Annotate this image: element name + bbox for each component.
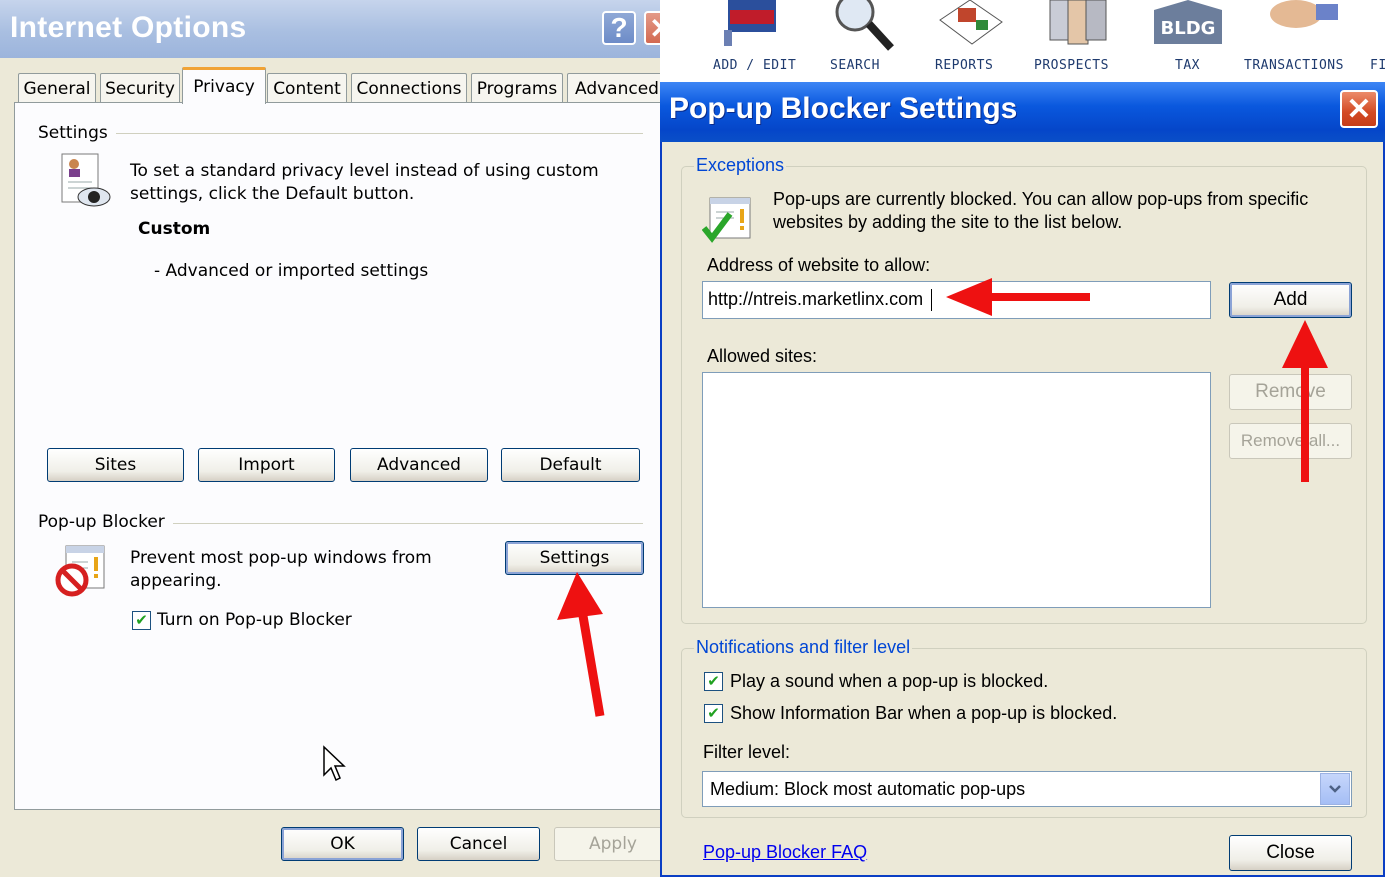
exceptions-legend: Exceptions	[694, 155, 787, 176]
svg-text:BLDG: BLDG	[1161, 18, 1216, 39]
remove-button[interactable]: Remove	[1229, 374, 1352, 410]
tax-icon[interactable]: BLDG	[1148, 0, 1228, 56]
filter-level-label: Filter level:	[703, 742, 791, 762]
text-caret	[931, 289, 932, 311]
filter-level-select[interactable]: Medium: Block most automatic pop-ups	[702, 771, 1352, 807]
exceptions-description: Pop-ups are currently blocked. You can a…	[773, 189, 1309, 232]
show-info-bar-checkbox[interactable]: ✔	[704, 704, 723, 723]
window-title: Internet Options	[10, 11, 247, 44]
toolbar-add-edit[interactable]: ADD / EDIT	[713, 58, 796, 73]
toolbar-tax[interactable]: TAX	[1175, 58, 1200, 73]
settings-group-label: Settings	[38, 123, 116, 143]
popup-allowed-icon	[701, 194, 754, 246]
settings-description: To set a standard privacy level instead …	[130, 161, 599, 204]
import-button[interactable]: Import	[198, 448, 335, 482]
mouse-cursor-icon	[322, 745, 348, 783]
allowed-sites-label: Allowed sites:	[707, 346, 818, 366]
popup-blocker-description: Prevent most pop-up windows from appeari…	[130, 548, 432, 591]
notifications-legend: Notifications and filter level	[694, 637, 913, 658]
toolbar-fi-truncated[interactable]: FI	[1370, 58, 1385, 73]
popup-blocked-icon	[54, 544, 110, 598]
add-edit-icon[interactable]	[716, 0, 786, 56]
turn-on-popup-blocker-label: Turn on Pop-up Blocker	[157, 610, 352, 630]
privacy-document-eye-icon	[58, 152, 112, 210]
toolbar-prospects[interactable]: PROSPECTS	[1034, 58, 1109, 73]
tab-content[interactable]: Content	[267, 73, 347, 103]
tab-connections[interactable]: Connections	[351, 73, 467, 103]
play-sound-label: Play a sound when a pop-up is blocked.	[730, 671, 1049, 691]
tab-privacy[interactable]: Privacy	[182, 67, 266, 104]
close-window-button[interactable]: ✕	[644, 11, 660, 45]
dialog-title: Pop-up Blocker Settings	[669, 92, 1018, 125]
transactions-icon[interactable]	[1260, 0, 1340, 56]
internet-options-window: Internet Options ? ✕ General Security Pr…	[0, 0, 660, 877]
sites-button[interactable]: Sites	[47, 448, 184, 482]
filter-level-value: Medium: Block most automatic pop-ups	[710, 779, 1026, 799]
chevron-down-icon[interactable]	[1320, 773, 1350, 805]
popup-settings-button[interactable]: Settings	[505, 541, 644, 575]
default-button[interactable]: Default	[501, 448, 640, 482]
apply-button[interactable]: Apply	[554, 827, 660, 861]
privacy-level-detail: - Advanced or imported settings	[154, 261, 429, 281]
show-info-bar-label: Show Information Bar when a pop-up is bl…	[730, 703, 1118, 723]
turn-on-popup-blocker-checkbox[interactable]: ✔	[132, 611, 151, 630]
tab-security[interactable]: Security	[100, 73, 180, 103]
popup-blocker-faq-link[interactable]: Pop-up Blocker FAQ	[703, 842, 867, 863]
tab-advanced[interactable]: Advanced	[567, 73, 660, 103]
popup-group-divider	[170, 523, 643, 524]
help-button[interactable]: ?	[602, 11, 636, 45]
app-toolbar: BLDG ADD / EDIT SEARCH REPORTS PROSPECTS…	[660, 0, 1385, 82]
add-site-button[interactable]: Add	[1229, 282, 1352, 318]
cancel-button[interactable]: Cancel	[417, 827, 540, 861]
address-label: Address of website to allow:	[707, 255, 931, 275]
privacy-level-name: Custom	[138, 219, 211, 239]
ok-button[interactable]: OK	[281, 827, 404, 861]
reports-icon[interactable]	[930, 0, 1010, 56]
close-button[interactable]: Close	[1229, 835, 1352, 871]
popup-blocker-group-label: Pop-up Blocker	[38, 512, 173, 532]
tab-general[interactable]: General	[18, 73, 96, 103]
play-sound-checkbox[interactable]: ✔	[704, 672, 723, 691]
allowed-sites-list[interactable]	[702, 372, 1211, 608]
address-input[interactable]: http://ntreis.marketlinx.com	[702, 281, 1211, 319]
remove-all-button[interactable]: Remove all...	[1229, 423, 1352, 459]
toolbar-reports[interactable]: REPORTS	[935, 58, 993, 73]
toolbar-search[interactable]: SEARCH	[830, 58, 880, 73]
prospects-icon[interactable]	[1040, 0, 1120, 56]
close-dialog-x-button[interactable]: ✕	[1340, 90, 1378, 128]
search-icon[interactable]	[825, 0, 905, 56]
address-input-value: http://ntreis.marketlinx.com	[708, 289, 924, 309]
advanced-button[interactable]: Advanced	[350, 448, 488, 482]
settings-group-divider	[115, 133, 643, 134]
tab-programs[interactable]: Programs	[471, 73, 563, 103]
toolbar-transactions[interactable]: TRANSACTIONS	[1244, 58, 1344, 73]
